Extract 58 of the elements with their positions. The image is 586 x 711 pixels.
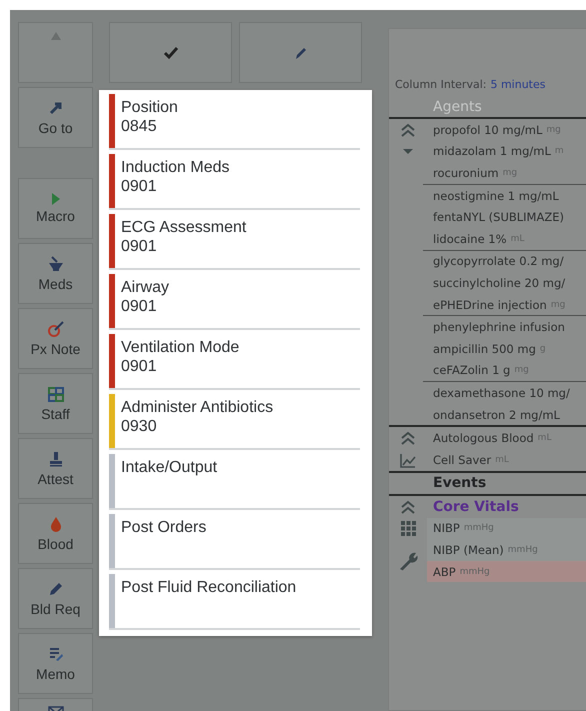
request-button[interactable]: Bld Req — [18, 568, 93, 629]
macro-button[interactable]: Macro — [18, 178, 93, 239]
blood-item: Cell Saver — [433, 452, 492, 467]
blood-button[interactable]: Blood — [18, 503, 93, 564]
agent-name: dexamethasone 10 mg/ — [433, 386, 570, 400]
task-item[interactable]: Induction Meds 0901 — [109, 154, 360, 210]
task-time: 0930 — [121, 417, 158, 436]
interval-value[interactable]: 5 minutes — [490, 78, 546, 91]
unit-label: mmHg — [460, 566, 490, 577]
task-time: 0901 — [121, 357, 158, 376]
agent-name: succinylcholine 20 mg/ — [433, 276, 566, 290]
vitals-heading: Core Vitals — [433, 498, 519, 515]
task-title: Airway — [121, 278, 170, 297]
task-item[interactable]: ECG Assessment 0901 — [109, 214, 360, 270]
agent-name: ePHEDrine injection — [433, 298, 547, 312]
task-title: Intake/Output — [121, 458, 218, 477]
task-time: 0845 — [121, 117, 158, 136]
agent-name: rocuronium — [433, 166, 499, 180]
agent-name: propofol 10 mg/mL — [433, 122, 542, 137]
vital-name: NIBP (Mean) — [433, 543, 504, 558]
task-title: Position — [121, 98, 178, 117]
task-time: 0901 — [121, 177, 158, 196]
task-item[interactable]: Intake/Output — [109, 454, 360, 510]
task-item[interactable]: Airway 0901 — [109, 274, 360, 330]
agent-name: ondansetron 2 mg/mL — [433, 408, 560, 422]
agent-name: ceFAZolin 1 g — [433, 363, 510, 378]
task-time: 0901 — [121, 297, 158, 316]
agent-name: ampicillin 500 mg — [433, 342, 536, 356]
memo-button[interactable]: Memo — [18, 633, 93, 694]
goto-button[interactable]: Go to — [18, 87, 93, 148]
task-item[interactable]: Post Fluid Reconciliation — [109, 574, 360, 630]
agents-heading: Agents — [433, 99, 482, 115]
task-title: Induction Meds — [121, 158, 230, 177]
agent-name: neostigmine 1 mg/mL — [433, 188, 559, 203]
task-item[interactable]: Ventilation Mode 0901 — [109, 334, 360, 390]
agent-name: lidocaine 1% — [433, 232, 507, 246]
note-button[interactable]: Px Note — [18, 308, 93, 369]
events-heading: Events — [433, 475, 486, 492]
agent-name: fentaNYL (SUBLIMAZE) — [433, 210, 564, 224]
task-title: ECG Assessment — [121, 218, 246, 237]
agent-name: glycopyrrolate 0.2 mg/ — [433, 254, 564, 268]
task-title: Ventilation Mode — [121, 338, 240, 357]
agent-name: phenylephrine infusion — [433, 320, 565, 334]
attest-button[interactable]: Attest — [18, 438, 93, 499]
task-item[interactable]: Administer Antibiotics 0930 — [109, 394, 360, 450]
meds-button[interactable]: Meds — [18, 243, 93, 304]
task-time: 0901 — [121, 237, 158, 256]
interval-label: Column Interval: — [395, 78, 486, 91]
vital-name: ABP — [433, 564, 456, 579]
vital-name: NIBP — [433, 521, 460, 536]
task-title: Post Fluid Reconciliation — [121, 578, 296, 597]
staff-button[interactable]: Staff — [18, 373, 93, 434]
task-title: Administer Antibiotics — [121, 398, 274, 417]
agent-name: midazolam 1 mg/mL — [433, 144, 551, 158]
blood-item: Autologous Blood — [433, 431, 534, 446]
task-item[interactable]: Post Orders — [109, 514, 360, 570]
task-item[interactable]: Position 0845 — [109, 94, 360, 150]
task-title: Post Orders — [121, 518, 206, 537]
